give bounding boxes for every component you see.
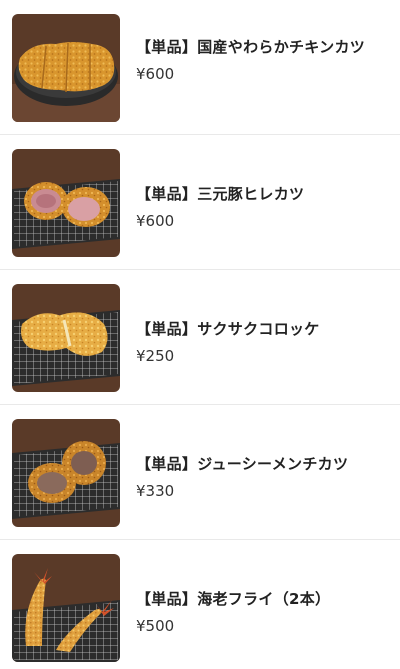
- chicken-katsu-icon: [12, 14, 120, 122]
- item-price: ¥330: [136, 482, 175, 500]
- hire-katsu-icon: [12, 149, 120, 257]
- menchi-katsu-icon: [12, 419, 120, 527]
- menu-item-text: 【単品】国産やわらかチキンカツ ¥600: [136, 34, 371, 84]
- item-price: ¥250: [136, 347, 175, 365]
- ebi-fry-icon: [12, 554, 120, 662]
- item-name: 【単品】国産やわらかチキンカツ: [136, 38, 366, 56]
- menu-item-text: 【単品】海老フライ（2本） ¥500: [136, 586, 371, 636]
- item-name: 【単品】海老フライ（2本）: [136, 590, 331, 608]
- menu-item-menchi-katsu[interactable]: 【単品】ジューシーメンチカツ ¥330: [0, 405, 400, 540]
- item-name: 【単品】三元豚ヒレカツ: [136, 185, 305, 203]
- menu-item-text: 【単品】三元豚ヒレカツ ¥600: [136, 181, 371, 231]
- menu-item-hire-katsu[interactable]: 【単品】三元豚ヒレカツ ¥600: [0, 135, 400, 270]
- item-name: 【単品】ジューシーメンチカツ: [136, 455, 349, 473]
- item-price: ¥500: [136, 617, 175, 635]
- item-price: ¥600: [136, 212, 175, 230]
- item-price: ¥600: [136, 65, 175, 83]
- menu-item-croquette[interactable]: 【単品】サクサクコロッケ ¥250: [0, 270, 400, 405]
- item-name: 【単品】サクサクコロッケ: [136, 320, 320, 338]
- menu-item-text: 【単品】ジューシーメンチカツ ¥330: [136, 451, 371, 501]
- menu-list: 【単品】国産やわらかチキンカツ ¥600 【単品】三元豚ヒレカツ ¥600 【単…: [0, 0, 400, 669]
- menu-item-text: 【単品】サクサクコロッケ ¥250: [136, 316, 371, 366]
- menu-item-ebi-fry[interactable]: 【単品】海老フライ（2本） ¥500: [0, 540, 400, 669]
- croquette-icon: [12, 284, 120, 392]
- menu-item-chicken-katsu[interactable]: 【単品】国産やわらかチキンカツ ¥600: [0, 0, 400, 135]
